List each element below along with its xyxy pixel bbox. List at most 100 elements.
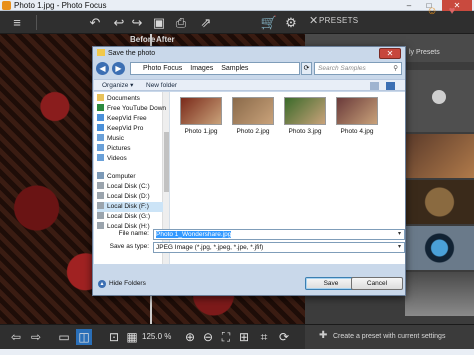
split-view-icon[interactable]: ◫ bbox=[76, 329, 92, 345]
menu-icon[interactable]: ≡ bbox=[8, 14, 26, 31]
file-thumbnail bbox=[336, 97, 378, 125]
disk-icon bbox=[97, 192, 104, 199]
file-item[interactable]: Photo 2.jpg bbox=[230, 97, 276, 135]
bottom-toolbar: ⇦ ⇨ ▭ ◫ ⊡ ▦ 125.0 % ⊕ ⊖ ⛶ ⊞ ⌗ ⟳ bbox=[0, 324, 305, 349]
close-icon[interactable]: ✕ bbox=[309, 14, 318, 27]
video-icon bbox=[97, 154, 104, 161]
presets-user-card[interactable] bbox=[405, 70, 474, 132]
file-thumbnail bbox=[180, 97, 222, 125]
file-item[interactable]: Photo 1.jpg bbox=[178, 97, 224, 135]
preset-thumbnail[interactable] bbox=[405, 226, 474, 270]
disk-icon bbox=[97, 212, 104, 219]
pictures-icon bbox=[97, 144, 104, 151]
tree-item[interactable]: Local Disk (F:) bbox=[97, 202, 163, 212]
settings-icon[interactable]: ⚙ bbox=[282, 14, 300, 31]
view-options-icon[interactable] bbox=[370, 82, 379, 90]
minimize-button[interactable]: – bbox=[400, 0, 418, 11]
breadcrumb[interactable]: Images bbox=[190, 65, 213, 72]
tree-item[interactable]: Local Disk (G:) bbox=[97, 212, 150, 222]
presets-title: PRESETS bbox=[319, 16, 359, 25]
organize-menu[interactable]: Organize ▾ bbox=[102, 80, 133, 91]
tree-item[interactable]: Local Disk (D:) bbox=[97, 192, 150, 202]
file-thumbnail bbox=[284, 97, 326, 125]
chevron-down-icon[interactable]: ▾ bbox=[395, 243, 404, 252]
chevron-up-icon: ▴ bbox=[98, 280, 106, 288]
print-icon[interactable]: ⎙ bbox=[172, 14, 190, 31]
disk-icon bbox=[97, 182, 104, 189]
user-icon[interactable]: ☺ bbox=[423, 3, 441, 20]
save-button[interactable]: Save bbox=[305, 277, 357, 290]
zoom-fit-icon[interactable]: ⊡ bbox=[106, 329, 122, 345]
music-icon bbox=[97, 134, 104, 141]
dialog-close-button[interactable]: ✕ bbox=[379, 48, 401, 59]
tree-item[interactable]: Local Disk (C:) bbox=[97, 182, 150, 192]
file-item[interactable]: Photo 4.jpg bbox=[334, 97, 380, 135]
address-bar[interactable]: Photo Focus Images Samples bbox=[130, 62, 300, 75]
tree-item[interactable]: Pictures bbox=[97, 144, 130, 154]
undo-icon[interactable]: ↶ bbox=[86, 14, 104, 31]
plus-icon: ✚ bbox=[319, 330, 328, 341]
breadcrumb[interactable]: Samples bbox=[221, 65, 248, 72]
actual-size-icon[interactable]: ⊞ bbox=[236, 329, 252, 345]
search-icon: ⚲ bbox=[393, 65, 398, 72]
help-icon[interactable] bbox=[386, 82, 395, 90]
share-icon[interactable]: ⇗ bbox=[197, 14, 215, 31]
file-item[interactable]: Photo 3.jpg bbox=[282, 97, 328, 135]
tree-item[interactable]: KeepVid Pro bbox=[97, 124, 143, 134]
save-type-label: Save as type: bbox=[109, 243, 149, 250]
save-type-row: Save as type: JPEG Image (*.jpg, *.jpeg,… bbox=[103, 242, 405, 253]
tree-item[interactable]: Music bbox=[97, 134, 124, 144]
create-preset-label: Create a preset with current settings bbox=[333, 333, 446, 340]
next-arrow-icon[interactable]: ⇨ bbox=[28, 329, 44, 345]
main-toolbar: ≡ ↶ ↩ ↪ ▣ ⎙ ⇗ 🛒 ⚙ bbox=[0, 11, 305, 34]
forward-arrow-icon[interactable]: ▶ bbox=[112, 62, 125, 75]
cancel-button[interactable]: Cancel bbox=[351, 277, 403, 290]
crop-icon[interactable]: ⌗ bbox=[256, 329, 272, 345]
folder-icon bbox=[97, 49, 105, 56]
hide-folders-toggle[interactable]: ▴ Hide Folders bbox=[98, 280, 146, 288]
file-name: Photo 2.jpg bbox=[236, 128, 270, 135]
computer-icon bbox=[97, 172, 104, 179]
new-folder-button[interactable]: New folder bbox=[146, 80, 177, 91]
tree-item[interactable]: Free YouTube Down bbox=[97, 104, 166, 114]
tree-item[interactable]: Computer bbox=[97, 172, 136, 182]
search-input[interactable]: Search Samples ⚲ bbox=[314, 62, 402, 75]
zoom-out-icon[interactable]: ⊖ bbox=[200, 329, 216, 345]
fit-screen-icon[interactable]: ⛶ bbox=[218, 329, 234, 345]
after-label: After bbox=[156, 35, 175, 44]
command-bar: Organize ▾ New folder bbox=[94, 79, 405, 91]
shopping-cart-icon[interactable]: 🛒 bbox=[260, 14, 278, 31]
single-view-icon[interactable]: ▭ bbox=[56, 329, 72, 345]
chevron-down-icon[interactable]: ▾ bbox=[395, 230, 404, 239]
forward-icon[interactable]: ↪ bbox=[128, 14, 146, 31]
preset-thumbnail[interactable] bbox=[405, 134, 474, 178]
preset-thumbnail[interactable] bbox=[405, 272, 474, 316]
rotate-icon[interactable]: ⟳ bbox=[276, 329, 292, 345]
breadcrumb[interactable]: Photo Focus bbox=[143, 65, 182, 72]
save-icon[interactable]: ▣ bbox=[150, 14, 168, 31]
disk-icon bbox=[97, 202, 104, 209]
photo-focus-app: Photo 1.jpg - Photo Focus – □ ✕ ≡ ↶ ↩ ↪ … bbox=[0, 0, 474, 355]
back-arrow-icon[interactable]: ◀ bbox=[96, 62, 109, 75]
presets-header: ✕ PRESETS ☺ ♥ bbox=[305, 5, 474, 34]
my-presets-tab[interactable]: ly Presets bbox=[409, 49, 440, 56]
preset-thumbnail[interactable] bbox=[405, 180, 474, 224]
file-name-input[interactable]: Photo 1_Wondershare.jpg ▾ bbox=[153, 229, 405, 240]
tree-item[interactable]: Documents bbox=[97, 94, 140, 104]
app-icon bbox=[97, 124, 104, 131]
save-type-select[interactable]: JPEG Image (*.jpg, *.jpeg, *.jpe, *.jfif… bbox=[153, 242, 405, 253]
previous-arrow-icon[interactable]: ⇦ bbox=[8, 329, 24, 345]
share-social-icon[interactable]: ♥ bbox=[443, 3, 461, 20]
app-icon bbox=[97, 114, 104, 121]
create-preset-button[interactable]: ✚ Create a preset with current settings bbox=[305, 324, 474, 349]
navigation-bar: ◀ ▶ Photo Focus Images Samples ⟳ Search … bbox=[96, 61, 402, 77]
back-icon[interactable]: ↩ bbox=[110, 14, 128, 31]
tree-item[interactable]: KeepVid Free bbox=[97, 114, 147, 124]
save-photo-dialog: Save the photo ✕ ◀ ▶ Photo Focus Images … bbox=[92, 46, 406, 296]
tree-item[interactable]: Videos bbox=[97, 154, 127, 164]
zoom-in-icon[interactable]: ⊕ bbox=[182, 329, 198, 345]
refresh-icon[interactable]: ⟳ bbox=[301, 62, 312, 75]
zoom-icon[interactable]: ▦ bbox=[124, 329, 140, 345]
file-name: Photo 4.jpg bbox=[340, 128, 374, 135]
zoom-level[interactable]: 125.0 % bbox=[142, 332, 171, 341]
